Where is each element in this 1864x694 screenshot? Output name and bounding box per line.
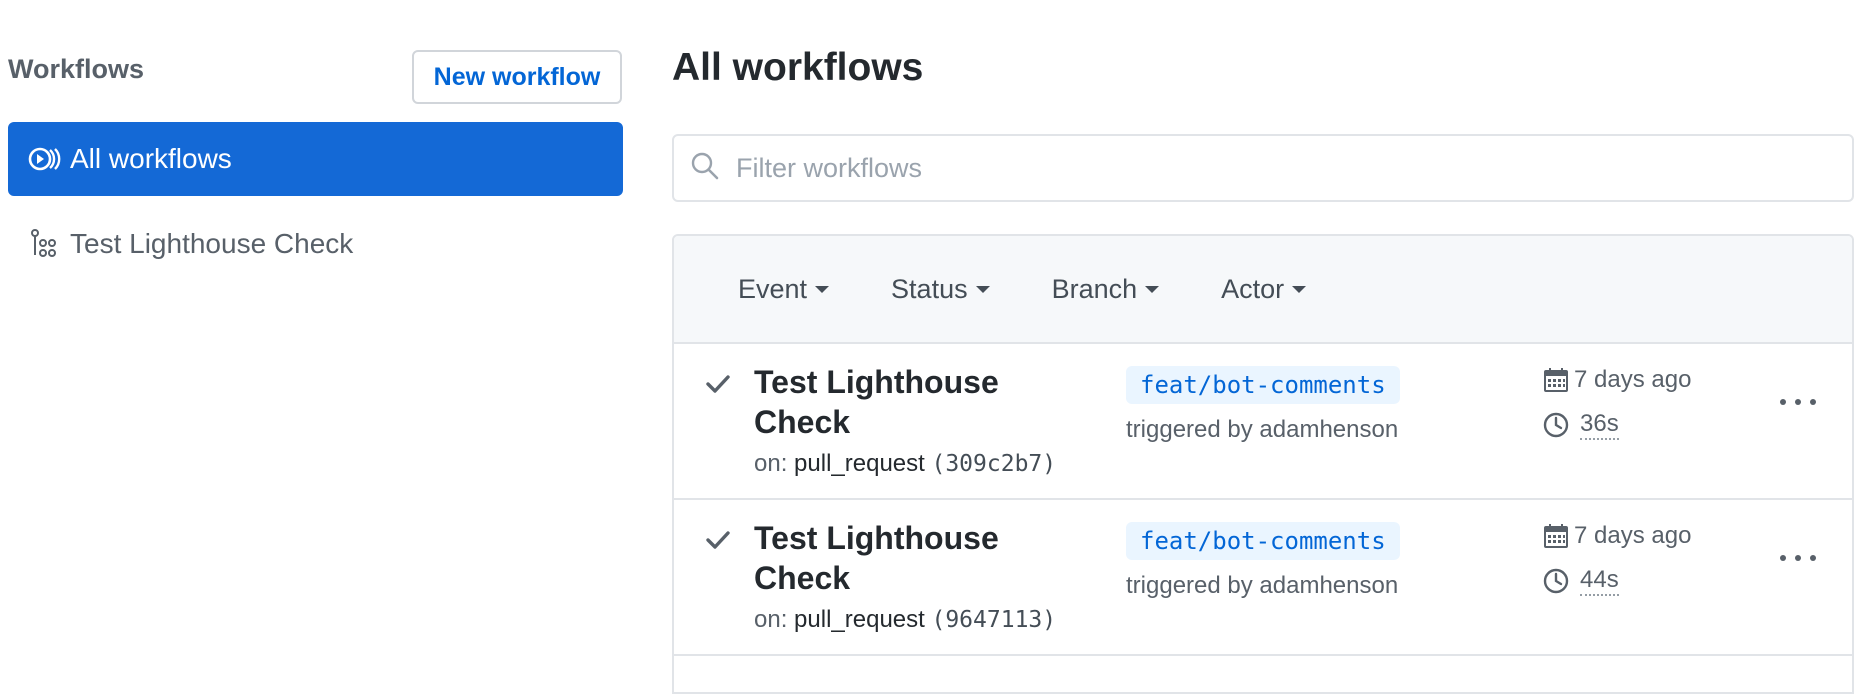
calendar-icon [1542, 366, 1570, 394]
status-filter-dropdown[interactable]: Status [891, 274, 990, 305]
commit-sha: (309c2b7) [931, 451, 1057, 477]
sidebar-item-test-lighthouse-check[interactable]: Test Lighthouse Check [8, 207, 623, 281]
run-duration: 36s [1542, 410, 1619, 440]
page-title: All workflows [672, 46, 924, 89]
run-title-link[interactable]: Test Lighthouse Check [754, 362, 1084, 442]
new-workflow-button[interactable]: New workflow [412, 50, 622, 104]
workflows-sidebar: Workflows New workflow All workflows Tes… [8, 0, 623, 678]
more-options-icon[interactable] [1780, 392, 1816, 412]
run-duration-text: 36s [1580, 410, 1619, 440]
on-label: on: [754, 450, 788, 477]
run-date: 7 days ago [1542, 366, 1691, 394]
filter-workflows-input[interactable] [734, 151, 1838, 185]
run-date-text: 7 days ago [1574, 522, 1692, 549]
clock-icon [1542, 411, 1570, 439]
status-filter-label: Status [891, 273, 968, 304]
filter-workflows-field[interactable] [672, 134, 1854, 202]
workflow-run-row[interactable]: Test Lighthouse Check on: pull_request (… [674, 500, 1852, 656]
actor-filter-dropdown[interactable]: Actor [1221, 273, 1307, 305]
calendar-icon [1542, 522, 1570, 550]
sidebar-item-label: All workflows [70, 143, 232, 174]
triggered-by: triggered by adamhenson [1126, 416, 1399, 443]
run-title-link[interactable]: Test Lighthouse Check [754, 518, 1084, 598]
run-event-info: on: pull_request (9647113) [754, 606, 1056, 634]
triggered-by: triggered by adamhenson [1126, 572, 1399, 599]
sidebar-title: Workflows [8, 54, 145, 84]
workflow-runs-list: Event Status Branch Actor Test Lighthous… [672, 234, 1854, 694]
event-filter-dropdown[interactable]: Event [738, 273, 830, 305]
play-circles-icon [28, 142, 62, 176]
caret-down-icon [1145, 285, 1160, 293]
caret-down-icon [815, 285, 830, 293]
check-icon [704, 526, 732, 554]
check-icon [704, 370, 732, 398]
more-options-icon[interactable] [1780, 548, 1816, 568]
caret-down-icon [975, 285, 990, 293]
branch-filter-dropdown[interactable]: Branch [1052, 274, 1160, 305]
workflow-run-row[interactable]: Test Lighthouse Check on: pull_request (… [674, 344, 1852, 500]
branch-label[interactable]: feat/bot-comments [1126, 522, 1400, 560]
commit-sha: (9647113) [931, 607, 1057, 633]
run-event: pull_request [794, 450, 925, 477]
sidebar-item-label: Test Lighthouse Check [70, 228, 354, 259]
workflow-icon [28, 227, 62, 261]
run-date-text: 7 days ago [1574, 366, 1692, 393]
main-content: All workflows Event Status Branch [672, 0, 1856, 694]
clock-icon [1542, 567, 1570, 595]
run-duration-text: 44s [1580, 566, 1619, 596]
event-filter-label: Event [738, 273, 808, 304]
sidebar-item-all-workflows[interactable]: All workflows [8, 122, 623, 196]
actor-filter-label: Actor [1221, 273, 1285, 304]
branch-label[interactable]: feat/bot-comments [1126, 366, 1400, 404]
run-event-info: on: pull_request (309c2b7) [754, 450, 1056, 478]
branch-filter-label: Branch [1051, 273, 1138, 304]
filter-bar: Event Status Branch Actor [674, 236, 1852, 344]
search-icon [690, 151, 720, 186]
caret-down-icon [1292, 285, 1307, 293]
run-date: 7 days ago [1542, 522, 1691, 550]
run-event: pull_request [794, 606, 925, 633]
run-duration: 44s [1542, 566, 1619, 596]
on-label: on: [754, 606, 788, 633]
